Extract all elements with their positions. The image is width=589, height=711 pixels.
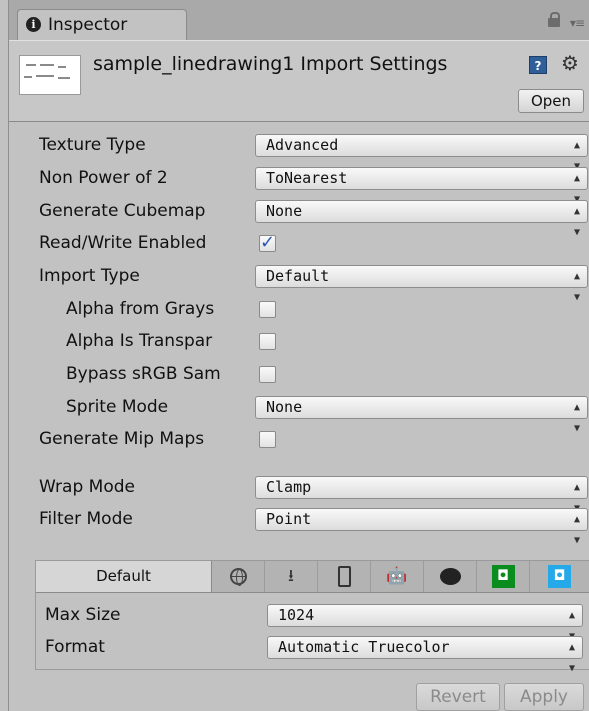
generate-cubemap-label: Generate Cubemap <box>39 201 206 221</box>
tab-inspector[interactable]: i Inspector <box>17 9 187 40</box>
tab-menu-icon[interactable]: ▾≡ <box>570 16 585 30</box>
platform-tab-standalone[interactable]: ⭳ <box>265 561 318 592</box>
bypass-srgb-label: Bypass sRGB Sam <box>66 364 221 384</box>
format-value: Automatic Truecolor <box>278 638 450 656</box>
row-sprite-mode: Sprite Mode None ▲ ▼ <box>9 393 589 434</box>
row-alpha-is-transparency: Alpha Is Transpar <box>9 327 589 357</box>
row-read-write: Read/Write Enabled ✓ <box>9 229 589 259</box>
gear-icon[interactable]: ⚙ <box>561 51 579 75</box>
max-size-label: Max Size <box>45 605 121 625</box>
windows-store-blue-icon: ◘ <box>548 564 571 588</box>
wrap-mode-label: Wrap Mode <box>39 477 135 497</box>
alpha-is-transparency-label: Alpha Is Transpar <box>66 331 213 351</box>
row-generate-mip-maps: Generate Mip Maps <box>9 425 589 455</box>
import-type-dropdown[interactable]: Default ▲ ▼ <box>255 265 588 303</box>
platform-tab-blackberry[interactable] <box>424 561 477 592</box>
filter-mode-value: Point <box>266 510 312 528</box>
dropdown-arrows-icon: ▲▼ <box>573 514 580 546</box>
non-power-of-2-label: Non Power of 2 <box>39 168 168 188</box>
import-type-label: Import Type <box>39 266 140 286</box>
revert-button[interactable]: Revert <box>416 683 500 711</box>
row-non-power-of-2: Non Power of 2 ToNearest ▲▼ <box>9 164 589 205</box>
download-icon: ⭳ <box>288 566 294 586</box>
tab-label: Inspector <box>48 15 128 35</box>
help-icon[interactable]: ? <box>529 56 547 74</box>
max-size-value: 1024 <box>278 606 315 624</box>
generate-cubemap-value: None <box>266 202 303 220</box>
sprite-mode-dropdown[interactable]: None ▲ ▼ <box>255 396 588 434</box>
wrap-mode-value: Clamp <box>266 478 312 496</box>
lock-icon[interactable] <box>548 12 560 27</box>
row-texture-type: Texture Type Advanced ▲▼ <box>9 131 589 172</box>
read-write-checkbox[interactable]: ✓ <box>259 232 276 253</box>
row-bypass-srgb: Bypass sRGB Sam <box>9 360 589 390</box>
generate-mip-maps-checkbox[interactable] <box>259 431 276 448</box>
row-generate-cubemap: Generate Cubemap None ▲ ▼ <box>9 197 589 238</box>
web-globe-icon <box>229 567 247 586</box>
dropdown-arrows-icon: ▲▼ <box>568 642 575 674</box>
read-write-label: Read/Write Enabled <box>39 233 207 253</box>
tab-bar: i Inspector ▾≡ <box>9 0 589 40</box>
asset-header: sample_linedrawing1 Import Settings ? ⚙ … <box>9 40 589 122</box>
row-import-type: Import Type Default ▲ ▼ <box>9 262 589 303</box>
platform-settings: Default ⭳ 🤖 ◘ ◘ Max Size 1024 ▲▼ Format … <box>35 560 589 674</box>
filter-mode-label: Filter Mode <box>39 509 133 529</box>
platform-tab-ios[interactable] <box>318 561 371 592</box>
format-dropdown[interactable]: Automatic Truecolor ▲ ▼ <box>267 636 583 674</box>
platform-tab-android[interactable]: 🤖 <box>371 561 424 592</box>
row-wrap-mode: Wrap Mode Clamp ▲▼ <box>9 473 589 514</box>
apply-button[interactable]: Apply <box>504 683 584 711</box>
row-max-size: Max Size 1024 ▲▼ <box>36 601 589 642</box>
wrap-mode-dropdown[interactable]: Clamp ▲▼ <box>255 476 588 514</box>
texture-type-dropdown[interactable]: Advanced ▲▼ <box>255 134 588 172</box>
row-format: Format Automatic Truecolor ▲ ▼ <box>36 633 589 674</box>
mobile-phone-icon <box>337 565 351 587</box>
bypass-srgb-checkbox[interactable] <box>259 366 276 383</box>
sprite-mode-value: None <box>266 398 303 416</box>
android-icon: 🤖 <box>386 566 408 586</box>
texture-type-label: Texture Type <box>39 135 146 155</box>
non-power-of-2-dropdown[interactable]: ToNearest ▲▼ <box>255 167 588 205</box>
asset-title: sample_linedrawing1 Import Settings <box>93 53 448 75</box>
generate-cubemap-dropdown[interactable]: None ▲ ▼ <box>255 200 588 238</box>
windows-store-green-icon: ◘ <box>491 564 515 588</box>
texture-type-value: Advanced <box>266 136 339 154</box>
non-power-of-2-value: ToNearest <box>266 169 348 187</box>
alpha-from-grays-label: Alpha from Grays <box>66 299 215 319</box>
import-type-value: Default <box>266 267 330 285</box>
blackberry-icon <box>439 567 461 585</box>
platform-tab-default[interactable]: Default <box>36 561 212 592</box>
platform-tab-windows-store-8[interactable]: ◘ <box>477 561 530 592</box>
sprite-mode-label: Sprite Mode <box>66 397 169 417</box>
filter-mode-dropdown[interactable]: Point ▲ ▼ <box>255 508 588 546</box>
info-icon: i <box>26 17 41 32</box>
max-size-dropdown[interactable]: 1024 ▲▼ <box>267 604 583 642</box>
checkmark-icon: ✓ <box>260 232 276 253</box>
generate-mip-maps-label: Generate Mip Maps <box>39 429 205 449</box>
format-label: Format <box>45 637 105 657</box>
platform-tab-web[interactable] <box>212 561 265 592</box>
platform-tabs: Default ⭳ 🤖 ◘ ◘ <box>36 561 589 593</box>
alpha-is-transparency-checkbox[interactable] <box>259 333 276 350</box>
row-filter-mode: Filter Mode Point ▲ ▼ <box>9 505 589 546</box>
alpha-from-grays-checkbox[interactable] <box>259 301 276 318</box>
inspector-panel: i Inspector ▾≡ sample_linedrawing1 Impor… <box>8 0 589 711</box>
platform-tab-windows-store-81[interactable]: ◘ <box>530 561 589 592</box>
texture-thumbnail <box>19 55 81 95</box>
open-button[interactable]: Open <box>518 89 584 113</box>
row-alpha-from-grays: Alpha from Grays <box>9 295 589 325</box>
